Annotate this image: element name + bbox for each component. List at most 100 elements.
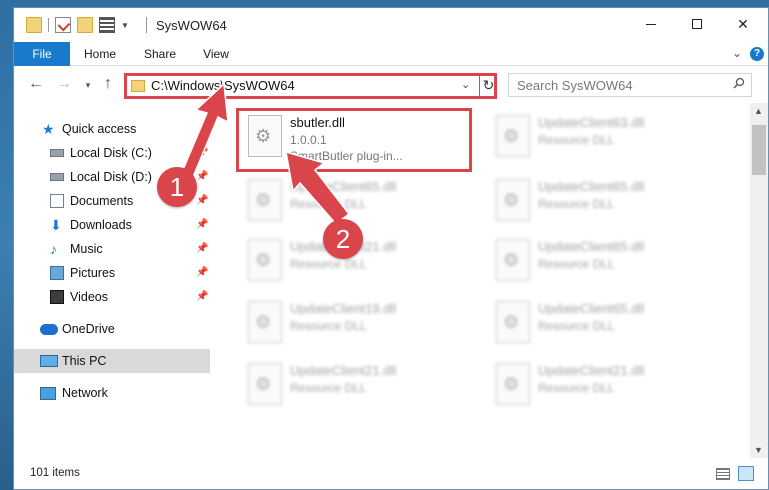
help-icon[interactable]: ? <box>750 47 764 61</box>
tab-file[interactable]: File <box>14 42 70 66</box>
dll-file-icon <box>248 179 282 221</box>
sidebar-item-label: Documents <box>70 194 134 208</box>
address-bar[interactable]: C:\Windows\SysWOW64 ⌄ ↻ <box>124 73 497 99</box>
search-placeholder: Search SysWOW64 <box>517 78 633 93</box>
sidebar-item-videos[interactable]: Videos 📌 <box>14 285 210 309</box>
file-type: Resource DLL <box>290 319 367 333</box>
pin-icon[interactable]: 📌 <box>196 171 208 182</box>
file-type: Resource DLL <box>538 319 615 333</box>
file-type: Resource DLL <box>538 133 615 147</box>
file-tile[interactable]: UpdateClient65.dll Resource DLL <box>238 173 478 231</box>
drive-icon <box>50 173 64 181</box>
title-divider <box>146 17 147 33</box>
recent-locations-icon[interactable]: ▾ <box>78 80 98 91</box>
address-path[interactable]: C:\Windows\SysWOW64 <box>151 78 295 93</box>
dll-file-icon <box>496 239 530 281</box>
pin-icon[interactable]: 📌 <box>196 219 208 230</box>
sidebar-item-label: This PC <box>62 354 107 368</box>
properties-icon[interactable] <box>55 17 71 33</box>
pin-icon[interactable]: 📌 <box>196 195 208 206</box>
sidebar-item-pictures[interactable]: Pictures 📌 <box>14 261 210 285</box>
highlight-box <box>236 108 472 172</box>
sidebar-item-quick-access[interactable]: ★ Quick access <box>14 117 210 141</box>
download-icon: ⬇ <box>50 217 62 233</box>
file-tile[interactable]: UpdateClient21.dll Resource DLL <box>238 357 478 415</box>
title-bar: ▼ SysWOW64 ✕ <box>14 8 768 42</box>
sidebar-item-downloads[interactable]: ⬇ Downloads 📌 <box>14 213 210 237</box>
file-tile[interactable]: UpdateClient19.dll Resource DLL <box>238 295 478 353</box>
file-name: UpdateClient65.dll <box>538 179 645 194</box>
pin-icon[interactable]: 📌 <box>196 243 208 254</box>
file-name: UpdateClient65.dll <box>290 179 397 194</box>
scroll-up-icon[interactable]: ▲ <box>754 106 763 116</box>
back-button[interactable]: ← <box>26 75 46 93</box>
file-name: UpdateClient65.dll <box>538 239 645 254</box>
file-type: Resource DLL <box>538 257 615 271</box>
window-title: SysWOW64 <box>156 18 227 33</box>
cloud-icon <box>40 324 58 335</box>
tab-view[interactable]: View <box>196 42 236 66</box>
drive-icon <box>50 149 64 157</box>
vertical-scrollbar[interactable]: ▲ ▼ <box>750 103 768 458</box>
pin-icon[interactable]: 📌 <box>196 147 208 158</box>
sidebar-item-this-pc[interactable]: This PC <box>14 349 210 373</box>
scrollbar-thumb[interactable] <box>752 125 766 175</box>
file-tile[interactable]: UpdateClient65.dll Resource DLL <box>486 173 726 231</box>
details-view-icon[interactable] <box>716 468 730 480</box>
expand-ribbon-icon[interactable]: ⌄ <box>732 46 742 60</box>
pin-icon[interactable]: 📌 <box>196 267 208 278</box>
sidebar-item-onedrive[interactable]: OneDrive <box>14 317 210 341</box>
tab-share[interactable]: Share <box>138 42 182 66</box>
refresh-button[interactable]: ↻ <box>479 73 497 99</box>
maximize-icon <box>692 19 702 29</box>
videos-icon <box>50 290 64 304</box>
minimize-button[interactable] <box>628 8 674 40</box>
up-button[interactable]: ↑ <box>98 75 118 93</box>
search-input[interactable]: Search SysWOW64 <box>508 73 752 97</box>
navigation-pane: ★ Quick access Local Disk (C:) 📌 Local D… <box>14 103 210 458</box>
file-type: Resource DLL <box>538 381 615 395</box>
file-tile[interactable]: UpdateClient65.dll Resource DLL <box>486 295 726 353</box>
forward-button[interactable]: → <box>54 75 74 93</box>
file-tile[interactable]: UpdateClient65.dll Resource DLL <box>486 233 726 291</box>
address-dropdown-icon[interactable]: ⌄ <box>461 78 470 91</box>
sidebar-item-local-disk-c[interactable]: Local Disk (C:) 📌 <box>14 141 210 165</box>
status-bar: 101 items <box>14 458 768 489</box>
sidebar-item-label: Network <box>62 386 108 400</box>
tiles-view-icon[interactable] <box>738 466 754 481</box>
customize-toolbar-icon[interactable]: ▼ <box>121 21 129 30</box>
file-type: Resource DLL <box>290 381 367 395</box>
tab-home[interactable]: Home <box>78 42 122 66</box>
dll-file-icon <box>496 179 530 221</box>
scroll-down-icon[interactable]: ▼ <box>754 445 763 455</box>
file-name: UpdateClient21.dll <box>538 363 645 378</box>
sidebar-item-label: Videos <box>70 290 108 304</box>
dll-file-icon <box>248 239 282 281</box>
sidebar-item-network[interactable]: Network <box>14 381 210 405</box>
close-button[interactable]: ✕ <box>720 8 766 40</box>
step-1-callout: 1 <box>157 167 197 207</box>
maximize-button[interactable] <box>674 8 720 40</box>
pictures-icon <box>50 266 64 280</box>
dll-file-icon <box>496 363 530 405</box>
file-name: UpdateClient63.dll <box>538 115 645 130</box>
file-tile[interactable]: UpdateClient63.dll Resource DLL <box>486 109 726 167</box>
minimize-icon <box>646 23 656 25</box>
toolbar-divider <box>48 18 49 32</box>
file-name: UpdateClient19.dll <box>290 301 397 316</box>
dll-file-icon <box>248 363 282 405</box>
star-icon: ★ <box>42 121 55 137</box>
new-folder-icon[interactable] <box>77 17 93 33</box>
close-icon: ✕ <box>737 15 749 32</box>
file-tile[interactable]: UpdateClient21.dll Resource DLL <box>486 357 726 415</box>
pin-icon[interactable]: 📌 <box>196 291 208 302</box>
navigation-bar: ← → ▾ ↑ C:\Windows\SysWOW64 ⌄ ↻ Search S… <box>14 67 768 103</box>
documents-icon <box>50 194 64 208</box>
sidebar-item-label: OneDrive <box>62 322 115 336</box>
sidebar-item-label: Pictures <box>70 266 116 280</box>
sidebar-item-music[interactable]: ♪ Music 📌 <box>14 237 210 261</box>
view-options-icon[interactable] <box>99 17 115 33</box>
sidebar-item-label: Music <box>70 242 103 256</box>
network-icon <box>40 387 56 400</box>
music-icon: ♪ <box>50 241 57 257</box>
